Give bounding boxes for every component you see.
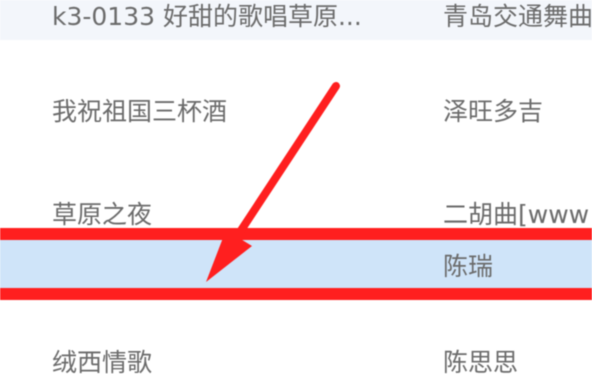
song-artist-cell: 泽旺多吉 bbox=[443, 97, 544, 126]
song-artist-cell: 陈瑞 bbox=[443, 252, 494, 281]
song-row[interactable]: 我祝祖国三杯酒 泽旺多吉 bbox=[0, 84, 592, 144]
song-row[interactable]: 绒西情歌 陈思思 bbox=[0, 336, 592, 374]
song-row[interactable]: 草原之夜 二胡曲[www bbox=[0, 192, 592, 232]
song-list-viewport: k3-0133 好甜的歌唱草原... 青岛交通舞曲 我祝祖国三杯酒 泽旺多吉 草… bbox=[0, 0, 592, 374]
song-title-cell: 草原之夜 bbox=[52, 200, 153, 229]
song-artist-cell: 二胡曲[www bbox=[443, 200, 590, 229]
annotation-overlay bbox=[206, 82, 340, 282]
song-title-cell: 绒西情歌 bbox=[52, 348, 153, 374]
song-row[interactable]: k3-0133 好甜的歌唱草原... 青岛交通舞曲 bbox=[0, 0, 592, 40]
song-title-cell: 我祝祖国三杯酒 bbox=[52, 97, 228, 126]
song-title-cell: k3-0133 好甜的歌唱草原... bbox=[52, 2, 362, 31]
song-artist-cell: 青岛交通舞曲 bbox=[443, 2, 592, 31]
selected-song-row[interactable]: 陈瑞 bbox=[0, 228, 592, 300]
song-artist-cell: 陈思思 bbox=[443, 348, 519, 374]
